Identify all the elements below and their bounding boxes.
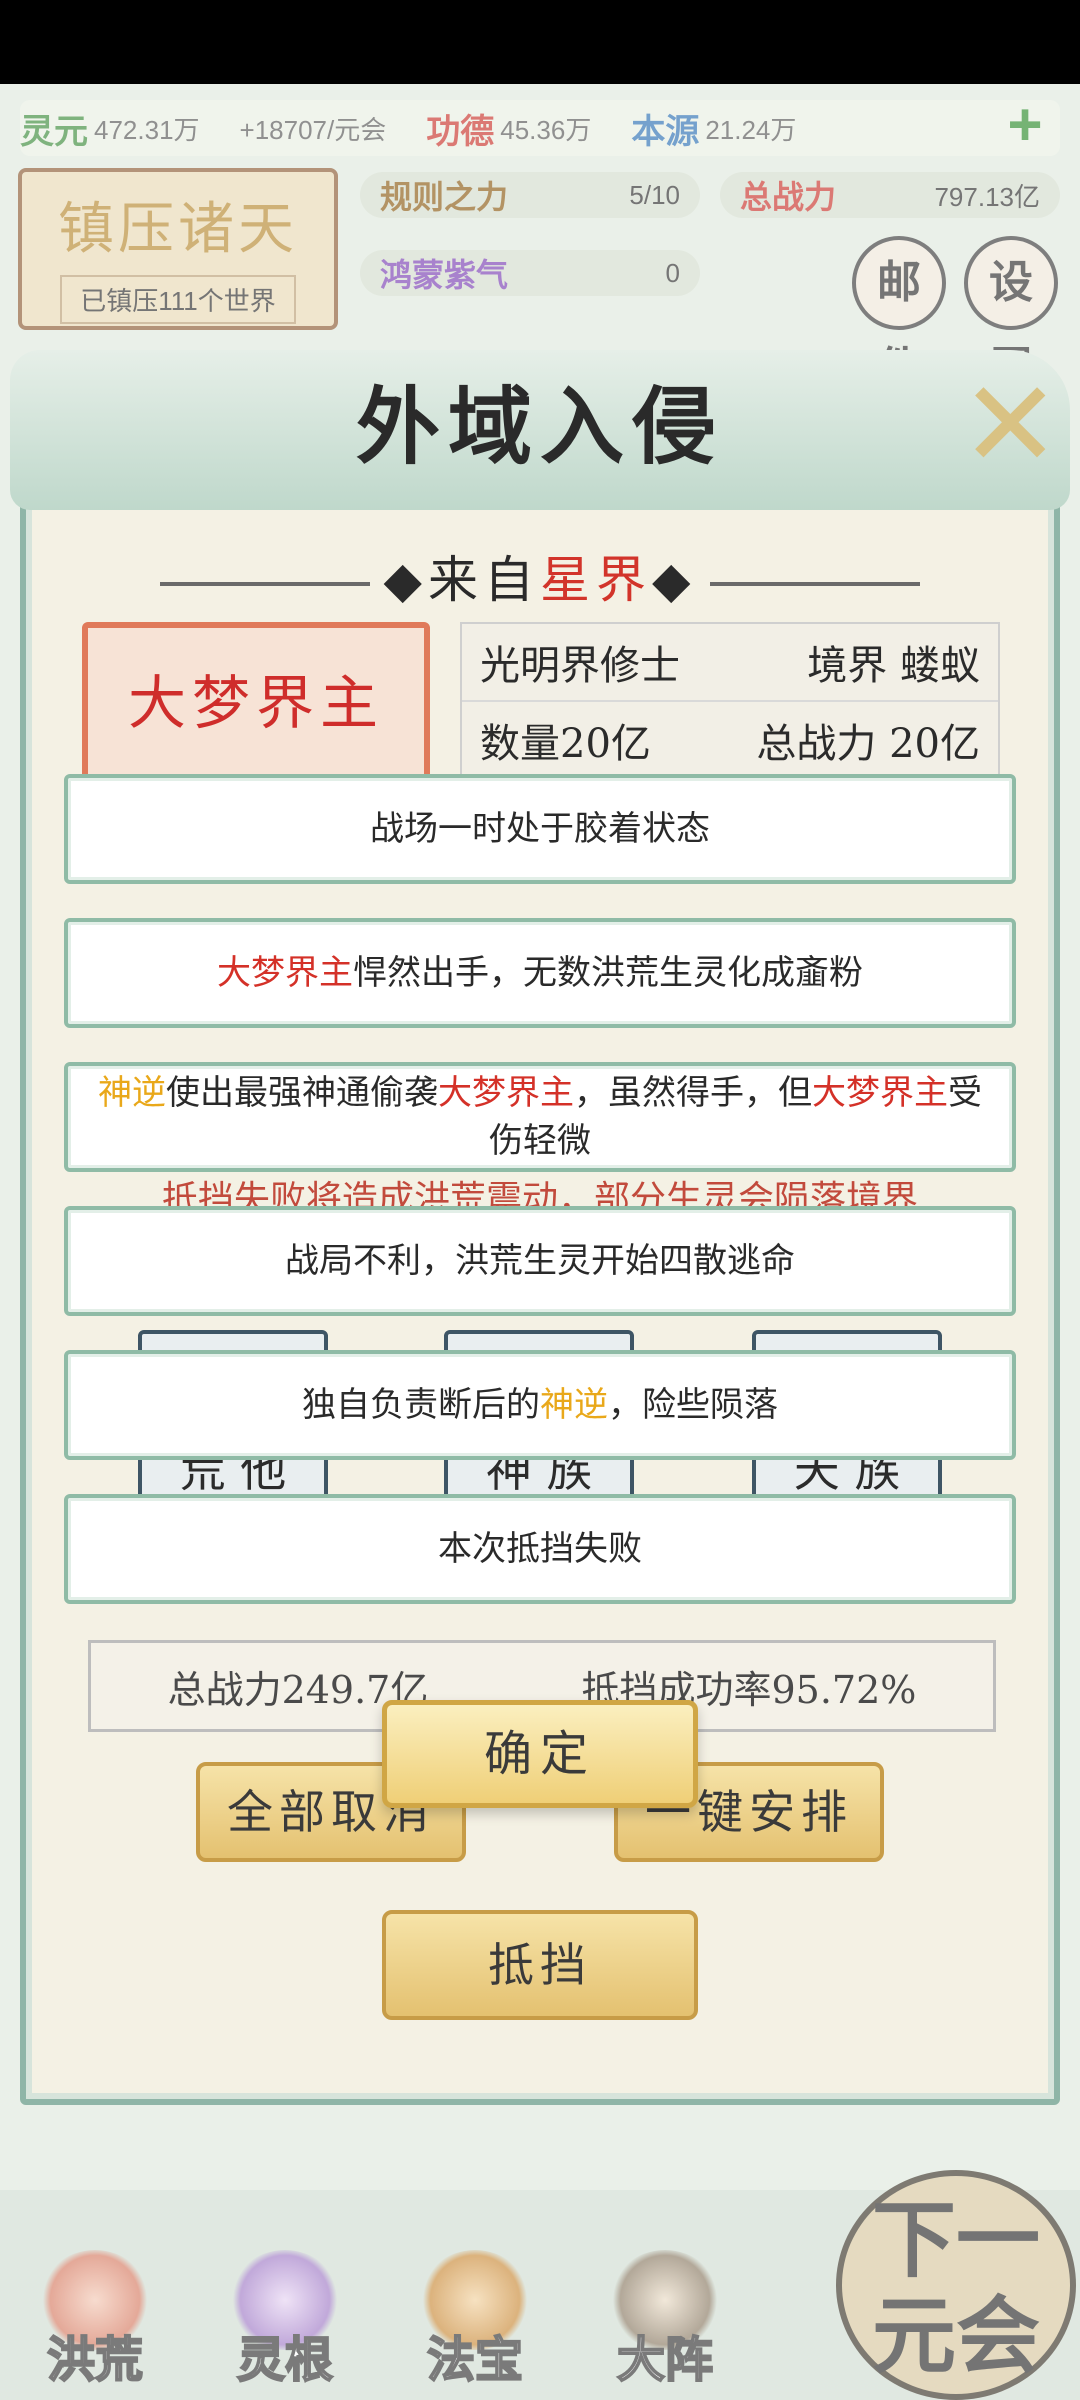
origin-prefix: 来自 [428, 551, 540, 609]
message-text: 悍然出手，无数洪荒生灵化成齑粉 [353, 953, 863, 993]
battle-message-text: 战场一时处于胶着状态 [370, 805, 710, 853]
message-highlight: 神逆 [98, 1073, 166, 1113]
message-text: 战场一时处于胶着状态 [370, 809, 710, 849]
battle-message: 战场一时处于胶着状态 [64, 774, 1016, 884]
battle-message: 神逆使出最强神通偷袭大梦界主，虽然得手，但大梦界主受伤轻微 [64, 1062, 1016, 1172]
ornament-right [710, 582, 921, 586]
enemy-info-table: 光明界修士 境界 蝼蚁 数量20亿 总战力 20亿 [460, 622, 1000, 782]
boss-card[interactable]: 大梦界主 [82, 622, 430, 784]
battle-message-text: 神逆使出最强神通偷袭大梦界主，虽然得手，但大梦界主受伤轻微 [98, 1069, 982, 1165]
close-icon[interactable]: ✕ [960, 365, 1061, 485]
message-highlight: 大梦界主 [812, 1073, 948, 1113]
message-highlight: 大梦界主 [217, 953, 353, 993]
ornament-left [159, 582, 370, 586]
message-text: ，虽然得手，但 [574, 1073, 812, 1113]
info-row: 数量20亿 总战力 20亿 [462, 702, 998, 780]
battle-message-text: 大梦界主悍然出手，无数洪荒生灵化成齑粉 [217, 949, 863, 997]
battle-message-text: 独自负责断后的神逆，险些陨落 [302, 1381, 778, 1429]
message-text: 独自负责断后的 [302, 1385, 540, 1425]
block-button[interactable]: 抵挡 [382, 1910, 698, 2020]
confirm-button[interactable]: 确定 [382, 1700, 698, 1808]
battle-message: 战局不利，洪荒生灵开始四散逃命 [64, 1206, 1016, 1316]
message-text: ，险些陨落 [608, 1385, 778, 1425]
enemy-count: 数量20亿 [480, 721, 651, 767]
message-highlight: 神逆 [540, 1385, 608, 1425]
enemy-power: 总战力 20亿 [756, 721, 980, 767]
battle-message: 大梦界主悍然出手，无数洪荒生灵化成齑粉 [64, 918, 1016, 1028]
enemy-type: 光明界修士 [480, 643, 680, 689]
enemy-realm: 境界 蝼蚁 [807, 643, 980, 689]
battle-message-text: 本次抵挡失败 [438, 1525, 642, 1573]
battle-message: 本次抵挡失败 [64, 1494, 1016, 1604]
message-text: 战局不利，洪荒生灵开始四散逃命 [285, 1241, 795, 1281]
battle-message-text: 战局不利，洪荒生灵开始四散逃命 [285, 1237, 795, 1285]
info-row: 光明界修士 境界 蝼蚁 [462, 624, 998, 702]
origin-place: 星界 [540, 551, 652, 609]
message-text: 使出最强神通偷袭 [166, 1073, 438, 1113]
status-bar [0, 0, 1080, 84]
message-highlight: 大梦界主 [438, 1073, 574, 1113]
message-text: 本次抵挡失败 [438, 1529, 642, 1569]
modal-title: 外域入侵 [355, 377, 724, 476]
origin-line: ◆来自星界◆ [0, 540, 1080, 612]
battle-message: 独自负责断后的神逆，险些陨落 [64, 1350, 1016, 1460]
